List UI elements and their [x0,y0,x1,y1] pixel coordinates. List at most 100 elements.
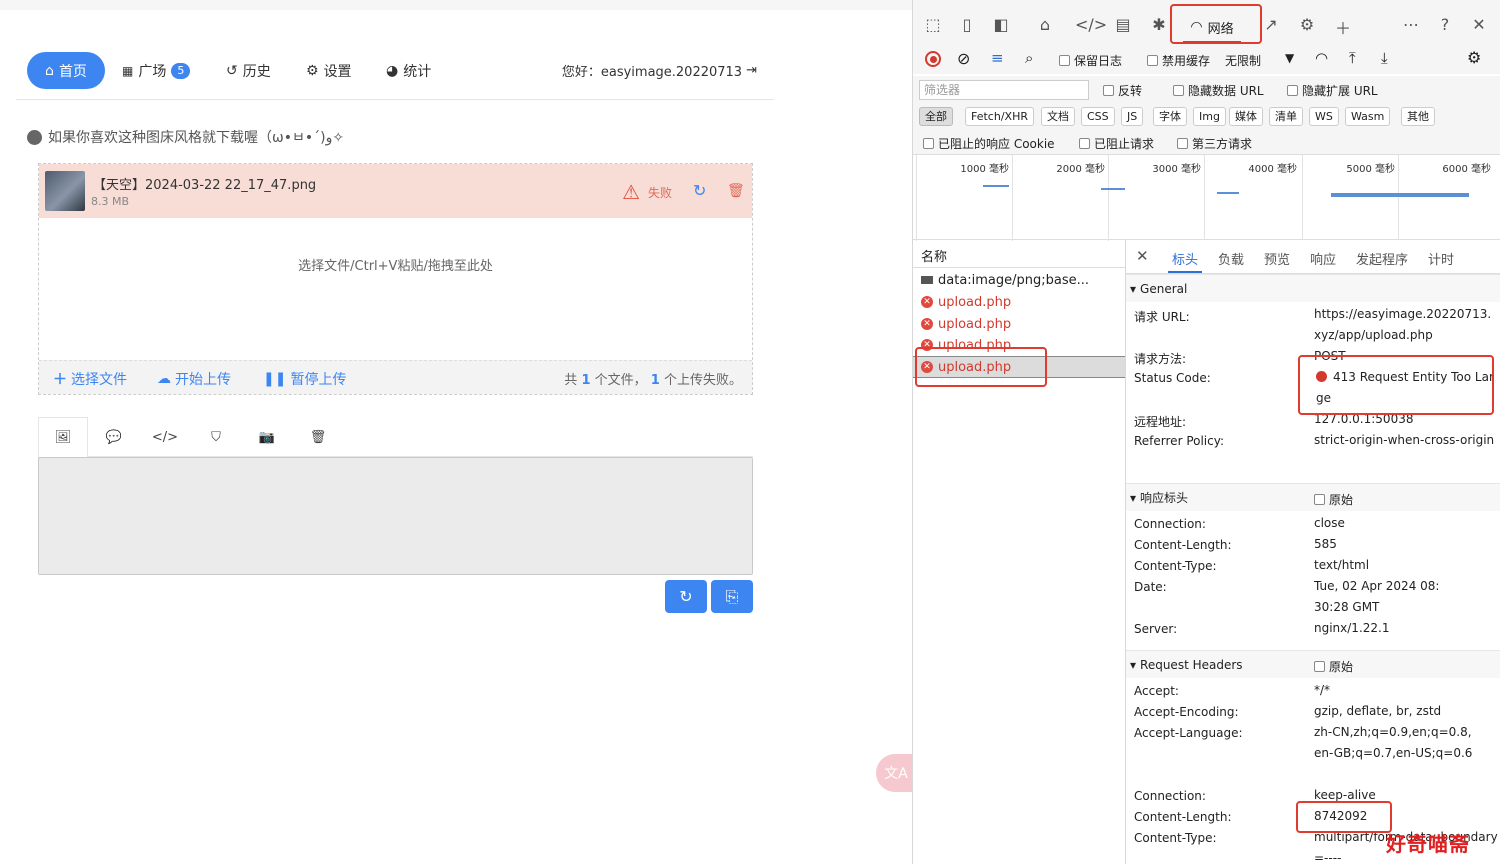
blocked-cookies-checkbox[interactable]: 已阻止的响应 Cookie [923,135,1055,152]
record-icon[interactable] [925,51,941,67]
invert-checkbox[interactable]: 反转 [1103,82,1142,99]
inspect-icon[interactable]: ⬚ [921,15,945,34]
preserve-log-checkbox[interactable]: 保留日志 [1059,52,1122,69]
device-icon[interactable]: ▯ [955,15,979,34]
clear-icon[interactable]: ⊘ [957,49,970,68]
close-detail-icon[interactable]: ✕ [1136,247,1149,265]
detail-tab-payload[interactable]: 负载 [1218,249,1244,268]
console-icon[interactable]: ▤ [1111,15,1135,34]
link-output-textarea[interactable] [38,457,753,575]
detail-tab-preview[interactable]: 预览 [1264,249,1290,268]
tab-code[interactable]: </> [140,417,190,457]
tab-comment[interactable]: 💬 [89,417,139,457]
general-section-header[interactable]: ▾ General [1126,274,1500,302]
tab-trash[interactable]: 🗑 [293,417,343,457]
start-upload-button[interactable]: ☁ 开始上传 [157,369,231,389]
network-conditions-icon[interactable]: ◠ [1315,49,1328,67]
hide-ext-url-checkbox[interactable]: 隐藏扩展 URL [1287,82,1378,99]
nav-divider [16,99,774,100]
user-greeting[interactable]: 您好：easyimage.20220713 ⇥ [562,52,757,89]
response-raw-checkbox[interactable]: 原始 [1314,491,1353,508]
help-icon[interactable]: ? [1433,15,1457,34]
tab-html[interactable]: ⛉ [191,417,241,457]
type-chip[interactable]: 全部 [919,107,953,126]
type-chip[interactable]: Fetch/XHR [965,107,1034,126]
type-chip[interactable]: CSS [1081,107,1115,126]
pause-upload-label: 暂停上传 [290,372,347,388]
blocked-requests-checkbox[interactable]: 已阻止请求 [1079,135,1154,152]
filter-input[interactable]: 筛选器 [919,80,1089,100]
detail-tab-response[interactable]: 响应 [1310,249,1336,268]
response-headers-section-header[interactable]: ▾ 响应标头 原始 [1126,483,1500,511]
error-icon: ✕ [921,318,933,330]
settings-gear-icon[interactable]: ⚙ [1295,15,1319,34]
refresh-button[interactable]: ↻ [665,580,707,613]
detail-tab-timing[interactable]: 计时 [1428,249,1454,268]
remote-label: 远程地址: [1134,415,1187,429]
blocked-requests-label: 已阻止请求 [1094,137,1155,151]
detail-tab-initiator[interactable]: 发起程序 [1356,249,1408,268]
nav-stats-button[interactable]: ◕ 统计 [386,52,431,89]
type-chip[interactable]: 文档 [1041,107,1075,126]
elements-icon[interactable]: </> [1075,15,1107,34]
close-devtools-icon[interactable]: ✕ [1467,15,1491,34]
referrer-value: strict-origin-when-cross-origin [1314,433,1495,447]
nav-home-button[interactable]: ⌂ 首页 [27,52,105,89]
type-chip[interactable]: Wasm [1345,107,1391,126]
nav-settings-button[interactable]: ⚙ 设置 [306,52,352,89]
request-row[interactable]: ✕ upload.php [913,313,1125,335]
nav-plaza-button[interactable]: ▦ 广场 5 [122,52,191,89]
copy-button[interactable]: ⎘ [711,580,753,613]
request-row[interactable]: ✕ upload.php [913,291,1125,313]
type-chip[interactable]: 其他 [1401,107,1435,126]
type-chip[interactable]: WS [1309,107,1339,126]
choose-file-button[interactable]: ＋ 选择文件 [53,369,127,389]
req-header-key: Connection: [1134,789,1206,803]
hide-data-url-checkbox[interactable]: 隐藏数据 URL [1173,82,1264,99]
welcome-home-icon[interactable]: ⌂ [1033,15,1057,34]
import-har-icon[interactable]: ⤒ [1349,49,1356,67]
pause-icon: ❚❚ [263,371,287,387]
timeline-bar [1101,188,1125,190]
network-timeline[interactable]: 1000 毫秒 2000 毫秒 3000 毫秒 4000 毫秒 5000 毫秒 … [913,154,1500,241]
network-settings-icon[interactable]: ⚙ [1467,48,1481,67]
chevron-down-icon[interactable]: ▼ [1285,51,1294,65]
tab-image[interactable]: 🖼 [38,417,88,458]
drop-hint: 选择文件/Ctrl+V粘贴/拖拽至此处 [298,259,493,274]
resp-header-key: Server: [1134,622,1178,636]
add-tool-icon[interactable]: ＋ [1331,15,1355,39]
performance-icon[interactable]: ↗ [1259,15,1283,34]
throttle-select[interactable]: 无限制 [1225,52,1261,69]
request-raw-checkbox[interactable]: 原始 [1314,658,1353,675]
filter-toggle-icon[interactable]: ≡ [991,49,1004,67]
type-chip[interactable]: 媒体 [1229,107,1263,126]
pause-upload-button[interactable]: ❚❚ 暂停上传 [263,369,346,389]
more-icon[interactable]: ⋯ [1399,15,1423,34]
debugger-icon[interactable]: ✱ [1147,15,1171,34]
request-row[interactable]: data:image/png;base... [913,269,1125,291]
resp-header-value: nginx/1.22.1 [1314,621,1390,635]
translate-button[interactable]: 文A [876,754,916,792]
export-har-icon[interactable]: ⤓ [1381,49,1388,67]
easyimage-app: ⌂ 首页 ▦ 广场 5 ↺ 历史 ⚙ 设置 ◕ 统计 您好：easyimage.… [0,0,912,864]
delete-icon[interactable]: 🗑 [727,183,745,199]
type-chip[interactable]: JS [1121,107,1144,126]
disable-cache-checkbox[interactable]: 禁用缓存 [1147,52,1210,69]
nav-history-button[interactable]: ↺ 历史 [226,52,271,89]
type-chip[interactable]: Img [1193,107,1226,126]
logout-icon[interactable]: ⇥ [746,63,757,78]
url-value: https://easyimage.20220713.xyz/app/uploa… [1314,307,1492,342]
tab-camera[interactable]: 📷 [242,417,292,457]
download-tip[interactable]: 如果你喜欢这种图床风格就下载喔（ω•ㅂ•´)و✧ [27,126,344,148]
detail-tab-headers[interactable]: 标头 [1167,249,1203,273]
retry-icon[interactable]: ↻ [693,181,706,200]
blocked-filter-row: 已阻止的响应 Cookie 已阻止请求 第三方请求 [913,130,1500,154]
dock-icon[interactable]: ◧ [989,15,1013,34]
request-headers-section-header[interactable]: ▾ Request Headers 原始 [1126,650,1500,678]
type-chip[interactable]: 字体 [1153,107,1187,126]
nav-settings-label: 设置 [323,63,352,80]
third-party-checkbox[interactable]: 第三方请求 [1177,135,1252,152]
type-chip[interactable]: 清单 [1269,107,1303,126]
name-column-header[interactable]: 名称 [913,240,1125,268]
search-icon[interactable]: ⌕ [1025,49,1033,67]
